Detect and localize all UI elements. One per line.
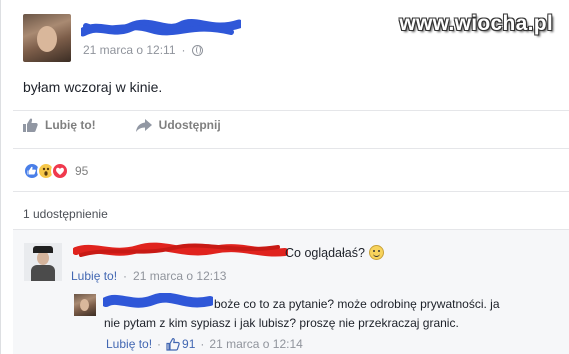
smile-emoji-icon	[368, 245, 384, 260]
comment-timestamp[interactable]: 21 marca o 12:13	[133, 269, 226, 283]
meta-separator: ·	[157, 337, 162, 351]
comment-like-link[interactable]: Lubię to!	[71, 269, 117, 283]
post-timestamp[interactable]: 21 marca o 12:11	[83, 43, 176, 57]
comment-meta: Lubię to! · 21 marca o 12:13	[71, 269, 226, 283]
post-text: byłam wczoraj w kinie.	[23, 79, 163, 95]
reply-body-line2: nie pytam z kim sypiasz i jak lubisz? pr…	[104, 316, 459, 330]
reply-text: boże co to za pytanie? może odrobinę pry…	[104, 295, 564, 330]
post-actions: Lubię to! Udostępnij	[23, 118, 221, 132]
facebook-post: www.wiocha.pl 21 marca o 12:11 · byłam w…	[0, 0, 569, 354]
share-arrow-icon	[135, 118, 152, 132]
commenter-avatar[interactable]	[24, 243, 62, 281]
divider	[13, 191, 569, 192]
love-reaction-icon	[51, 162, 69, 180]
divider	[13, 110, 569, 111]
reactions-bar[interactable]: 95	[23, 162, 88, 180]
reply-meta: Lubię to! · 91 · 21 marca o 12:14	[106, 337, 303, 351]
author-avatar[interactable]	[23, 14, 71, 62]
comment-body: Co oglądałaś?	[285, 245, 365, 260]
post-meta: 21 marca o 12:11 ·	[83, 43, 203, 57]
share-button[interactable]: Udostępnij	[135, 118, 221, 132]
author-name-scribble	[81, 19, 241, 37]
reply-like-number: 91	[182, 337, 196, 351]
reply-timestamp[interactable]: 21 marca o 12:14	[209, 337, 302, 351]
commenter-name-scribble	[73, 242, 288, 257]
globe-icon[interactable]	[191, 44, 203, 56]
avatar-face	[37, 26, 57, 52]
avatar-head	[37, 251, 49, 265]
reply-author-name-scribble	[103, 293, 213, 308]
avatar-hat	[33, 246, 53, 253]
meta-separator: ·	[200, 337, 205, 351]
shares-count[interactable]: 1 udostępnienie	[23, 207, 108, 221]
divider	[13, 148, 569, 149]
reply-like-count[interactable]: 91	[166, 337, 195, 351]
comment-text: Co oglądałaś?	[285, 245, 384, 260]
thumbs-up-outline-icon	[166, 337, 180, 351]
dot-separator: ·	[181, 43, 186, 57]
reply-body-line1: boże co to za pytanie? może odrobinę pry…	[214, 297, 500, 311]
post-header: 21 marca o 12:11 ·	[23, 14, 543, 64]
avatar-body	[31, 265, 55, 281]
comments-section: Co oglądałaś? Lubię to! · 21 marca o 12:…	[13, 229, 569, 354]
share-label: Udostępnij	[158, 118, 221, 132]
like-label: Lubię to!	[45, 118, 96, 132]
thumbs-up-icon	[23, 118, 38, 132]
reply-like-link[interactable]: Lubię to!	[106, 337, 152, 351]
avatar-face	[80, 299, 89, 311]
like-button[interactable]: Lubię to!	[23, 118, 96, 132]
meta-separator: ·	[123, 269, 128, 283]
reply-author-avatar[interactable]	[74, 294, 96, 316]
reactions-count[interactable]: 95	[75, 164, 88, 178]
